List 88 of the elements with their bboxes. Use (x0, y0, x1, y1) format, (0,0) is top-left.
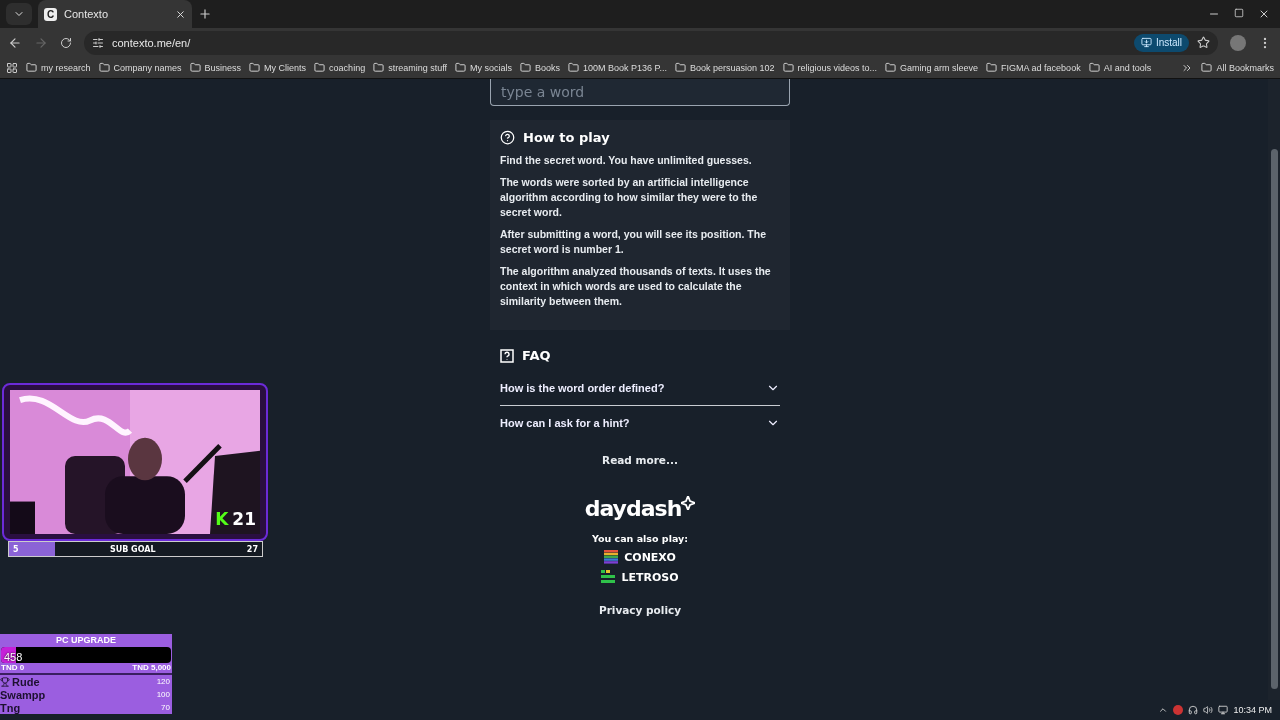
reload-icon[interactable] (60, 36, 72, 49)
viewer-count: 21 (232, 509, 256, 529)
donor-amount: 120 (156, 677, 171, 686)
donor-name: Rude (0, 675, 40, 688)
bookmark-folder[interactable]: my research (26, 62, 91, 73)
bookmark-star-icon[interactable] (1197, 36, 1210, 49)
bookmark-folder[interactable]: 100M Book P136 P... (568, 62, 667, 73)
folder-icon (986, 62, 998, 73)
donor-name: Tng (0, 701, 21, 714)
folder-icon (249, 62, 261, 73)
privacy-link[interactable]: Privacy policy (598, 604, 682, 616)
also-play-label: You can also play: (591, 533, 688, 544)
folder-icon (455, 62, 466, 73)
bookmark-folder[interactable]: AI and tools (1088, 62, 1152, 73)
site-settings-icon[interactable] (92, 36, 104, 49)
folder-icon (674, 62, 686, 73)
close-icon[interactable] (175, 8, 186, 20)
faq-item[interactable]: How can I ask for a hint? (500, 406, 780, 440)
browser-tab[interactable]: C Contexto (38, 0, 192, 28)
game-link[interactable]: CONEXO (624, 550, 676, 564)
word-input[interactable]: type a word (490, 79, 790, 106)
range-max: TND 5,000 (132, 663, 171, 673)
bookmark-folder[interactable]: FIGMA ad facebook (986, 62, 1081, 73)
paragraph: Find the secret word. You have unlimited guesses. (500, 153, 753, 168)
bookmark-folder[interactable]: Business (189, 62, 242, 73)
paragraph: The algorithm analyzed thousands of texts. It uses the context in which words are used to calculate the similarity between them. (500, 264, 772, 309)
goal-end: 27 (245, 544, 259, 554)
folder-icon (782, 62, 794, 73)
donor-amount: 100 (156, 690, 171, 699)
favicon: C (44, 7, 57, 21)
bookmark-folder[interactable]: Gaming arm sleeve (885, 62, 979, 73)
folder-icon (1201, 62, 1213, 73)
section-title: FAQ (522, 348, 551, 363)
clock: 10:34 PM (1233, 705, 1272, 715)
tray-app-icon[interactable] (1173, 705, 1184, 715)
goal-start: 5 (12, 544, 20, 554)
folder-icon (885, 62, 897, 73)
help-icon (500, 130, 515, 145)
apps-icon[interactable] (6, 61, 18, 74)
tab-search-button[interactable] (6, 3, 32, 25)
headphones-icon[interactable] (1188, 705, 1199, 715)
donor-name: Swampp (0, 688, 46, 701)
trophy-icon (0, 676, 10, 687)
paragraph: After submitting a word, you will see its position. The secret word is number 1. (500, 227, 768, 257)
bookmark-folder[interactable]: Company names (98, 62, 182, 73)
bookmark-folder[interactable]: coaching (314, 62, 366, 73)
stripes-icon (604, 550, 619, 564)
folder-icon (26, 62, 37, 73)
volume-icon[interactable] (1203, 705, 1214, 715)
bookmark-folder[interactable]: Books (520, 62, 561, 73)
donor-amount: 70 (161, 703, 171, 712)
new-tab-icon[interactable] (198, 7, 212, 21)
blocks-icon (601, 570, 616, 584)
folder-icon (314, 62, 326, 73)
folder-icon (373, 62, 385, 73)
bookmark-folder[interactable]: Book persuasion 102 (674, 62, 775, 73)
folder-icon (520, 62, 532, 73)
bookmark-folder[interactable]: My socials (455, 62, 513, 73)
scrollbar-thumb[interactable] (1271, 149, 1278, 689)
donation-title: PC UPGRADE (55, 634, 117, 647)
sparkle-icon (681, 496, 696, 510)
install-button[interactable]: Install (1133, 33, 1189, 52)
folder-icon (98, 62, 110, 73)
monitor-download-icon (1140, 37, 1152, 48)
close-icon[interactable] (1258, 8, 1270, 20)
restore-icon[interactable] (1234, 8, 1244, 18)
profile-avatar[interactable] (1230, 34, 1246, 51)
read-more-link[interactable]: Read more... (602, 454, 678, 466)
network-icon[interactable] (1218, 705, 1229, 715)
paragraph: The words were sorted by an artificial intelligence algorithm according to how similar they were to the secret word. (500, 175, 759, 220)
bookmark-folder[interactable]: My Clients (249, 62, 307, 73)
tray-expand-icon[interactable] (1158, 705, 1169, 715)
back-icon[interactable] (8, 35, 22, 50)
bookmark-folder[interactable]: streaming stuff (373, 62, 447, 73)
section-title: How to play (523, 130, 610, 145)
folder-icon (568, 62, 580, 73)
folder-icon (1088, 62, 1100, 73)
goal-label: SUB GOAL (108, 544, 157, 554)
folder-icon (189, 62, 201, 73)
bookmark-folder[interactable]: religious videos to... (782, 62, 878, 73)
question-box-icon (500, 348, 514, 363)
platform-mark: K (215, 509, 229, 529)
address-bar[interactable]: contexto.me/en/ Install (84, 30, 1218, 55)
brand-logo[interactable]: daydash (584, 496, 682, 521)
game-link[interactable]: LETROSO (621, 570, 679, 584)
faq-item[interactable]: How is the word order defined? (500, 371, 780, 406)
bookmark-folder[interactable]: All Bookmarks (1201, 62, 1274, 73)
range-min: TND 0 (1, 663, 25, 673)
